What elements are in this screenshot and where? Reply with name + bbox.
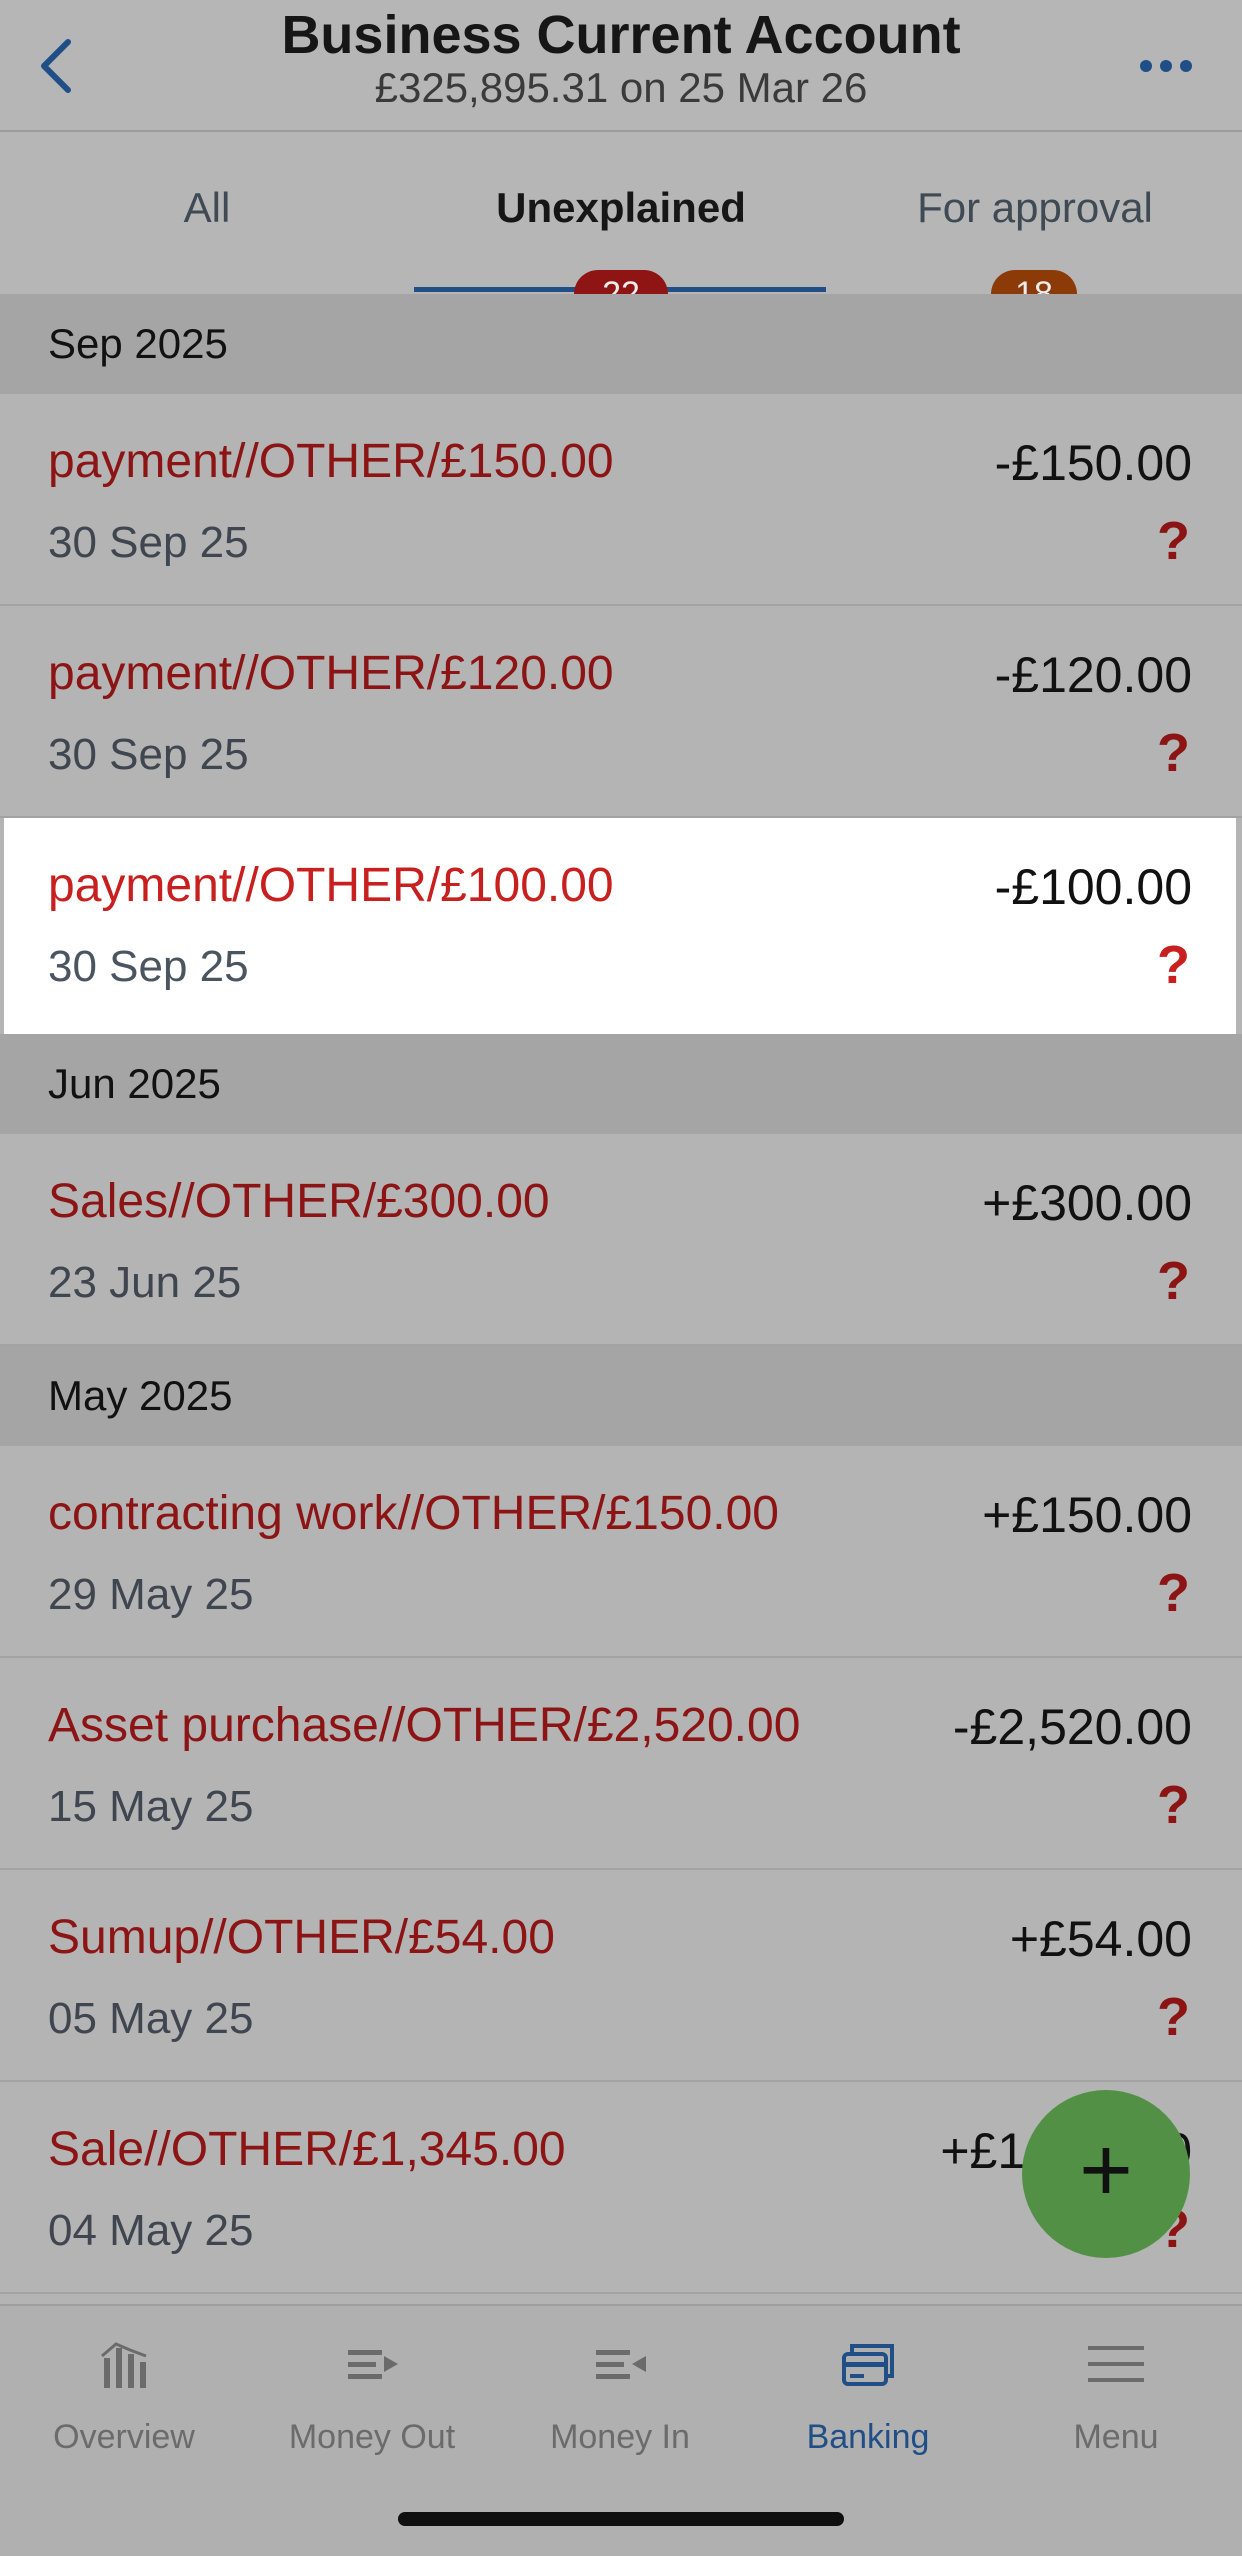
- transaction-amount: -£120.00: [994, 647, 1192, 703]
- unexplained-status-icon: ?: [1157, 1987, 1190, 2047]
- unexplained-status-icon: ?: [1157, 1251, 1190, 1311]
- transaction-amount: -£2,520.00: [952, 1699, 1192, 1755]
- menu-icon: [1088, 2346, 1144, 2382]
- tab-unexplained[interactable]: Unexplained: [414, 184, 828, 232]
- transaction-row-highlighted[interactable]: payment//OTHER/£100.00 30 Sep 25 -£100.0…: [4, 818, 1236, 1034]
- transaction-date: 29 May 25: [48, 1570, 254, 1619]
- section-header: Sep 2025: [0, 294, 1242, 394]
- transaction-description: payment//OTHER/£100.00: [48, 859, 614, 912]
- nav-money-in[interactable]: Money In: [496, 2336, 744, 2476]
- home-indicator[interactable]: [398, 2512, 844, 2526]
- transaction-description: payment//OTHER/£150.00: [48, 435, 614, 488]
- transaction-row[interactable]: contracting work//OTHER/£150.00 29 May 2…: [0, 1446, 1242, 1658]
- page-title: Business Current Account: [281, 5, 961, 65]
- transaction-date: 30 Sep 25: [48, 518, 249, 567]
- transaction-description: Sumup//OTHER/£54.00: [48, 1911, 555, 1964]
- more-options-icon[interactable]: [1138, 56, 1194, 76]
- transaction-row[interactable]: Sales//OTHER/£300.00 23 Jun 25 +£300.00 …: [0, 1134, 1242, 1346]
- unexplained-status-icon: ?: [1157, 1563, 1190, 1623]
- transaction-row[interactable]: Asset purchase//OTHER/£2,520.00 15 May 2…: [0, 1658, 1242, 1870]
- nav-menu[interactable]: Menu: [992, 2336, 1240, 2476]
- nav-money-out[interactable]: Money Out: [248, 2336, 496, 2476]
- tab-bar: All Unexplained For approval 22 18: [0, 132, 1242, 318]
- tab-all[interactable]: All: [0, 184, 414, 232]
- unexplained-status-icon: ?: [1157, 1775, 1190, 1835]
- transaction-amount: +£54.00: [1009, 1911, 1192, 1967]
- header: Business Current Account £325,895.31 on …: [0, 0, 1242, 132]
- transaction-amount: -£150.00: [994, 435, 1192, 491]
- add-transaction-button[interactable]: +: [1022, 2090, 1190, 2258]
- transaction-date: 05 May 25: [48, 1994, 254, 2043]
- transaction-date: 04 May 25: [48, 2206, 254, 2255]
- nav-label: Overview: [53, 2418, 195, 2456]
- plus-icon: +: [1079, 2119, 1133, 2221]
- nav-label: Menu: [1073, 2418, 1159, 2456]
- transaction-description: payment//OTHER/£120.00: [48, 647, 614, 700]
- section-header: May 2025: [0, 1346, 1242, 1446]
- section-header: Jun 2025: [0, 1034, 1242, 1134]
- transaction-description: Sale//OTHER/£1,345.00: [48, 2123, 566, 2176]
- transaction-amount: +£150.00: [982, 1487, 1192, 1543]
- transaction-amount: -£100.00: [994, 859, 1192, 915]
- transaction-row[interactable]: payment//OTHER/£120.00 30 Sep 25 -£120.0…: [0, 606, 1242, 818]
- transaction-row[interactable]: payment//OTHER/£150.00 30 Sep 25 -£150.0…: [0, 394, 1242, 606]
- nav-label: Money In: [550, 2418, 690, 2456]
- tab-for-approval[interactable]: For approval: [828, 184, 1242, 232]
- transaction-description: Sales//OTHER/£300.00: [48, 1175, 550, 1228]
- unexplained-status-icon: ?: [1157, 511, 1190, 571]
- banking-icon: [842, 2344, 894, 2386]
- transaction-date: 23 Jun 25: [48, 1258, 242, 1307]
- unexplained-status-icon: ?: [1157, 935, 1190, 995]
- money-out-icon: [348, 2350, 398, 2379]
- transaction-date: 15 May 25: [48, 1782, 254, 1831]
- transaction-date: 30 Sep 25: [48, 942, 249, 991]
- nav-label: Money Out: [288, 2418, 456, 2456]
- transaction-description: Asset purchase//OTHER/£2,520.00: [48, 1699, 801, 1752]
- transaction-date: 30 Sep 25: [48, 730, 249, 779]
- transaction-row[interactable]: Sumup//OTHER/£54.00 05 May 25 +£54.00 ?: [0, 1870, 1242, 2082]
- nav-banking[interactable]: Banking: [744, 2336, 992, 2476]
- unexplained-status-icon: ?: [1157, 723, 1190, 783]
- transaction-amount: +£300.00: [982, 1175, 1192, 1231]
- account-balance: £325,895.31 on 25 Mar 26: [374, 64, 868, 111]
- nav-label: Banking: [806, 2418, 930, 2456]
- transaction-description: contracting work//OTHER/£150.00: [48, 1487, 779, 1540]
- money-in-icon: [596, 2350, 646, 2379]
- nav-overview[interactable]: Overview: [0, 2336, 248, 2476]
- overview-icon: [101, 2342, 147, 2388]
